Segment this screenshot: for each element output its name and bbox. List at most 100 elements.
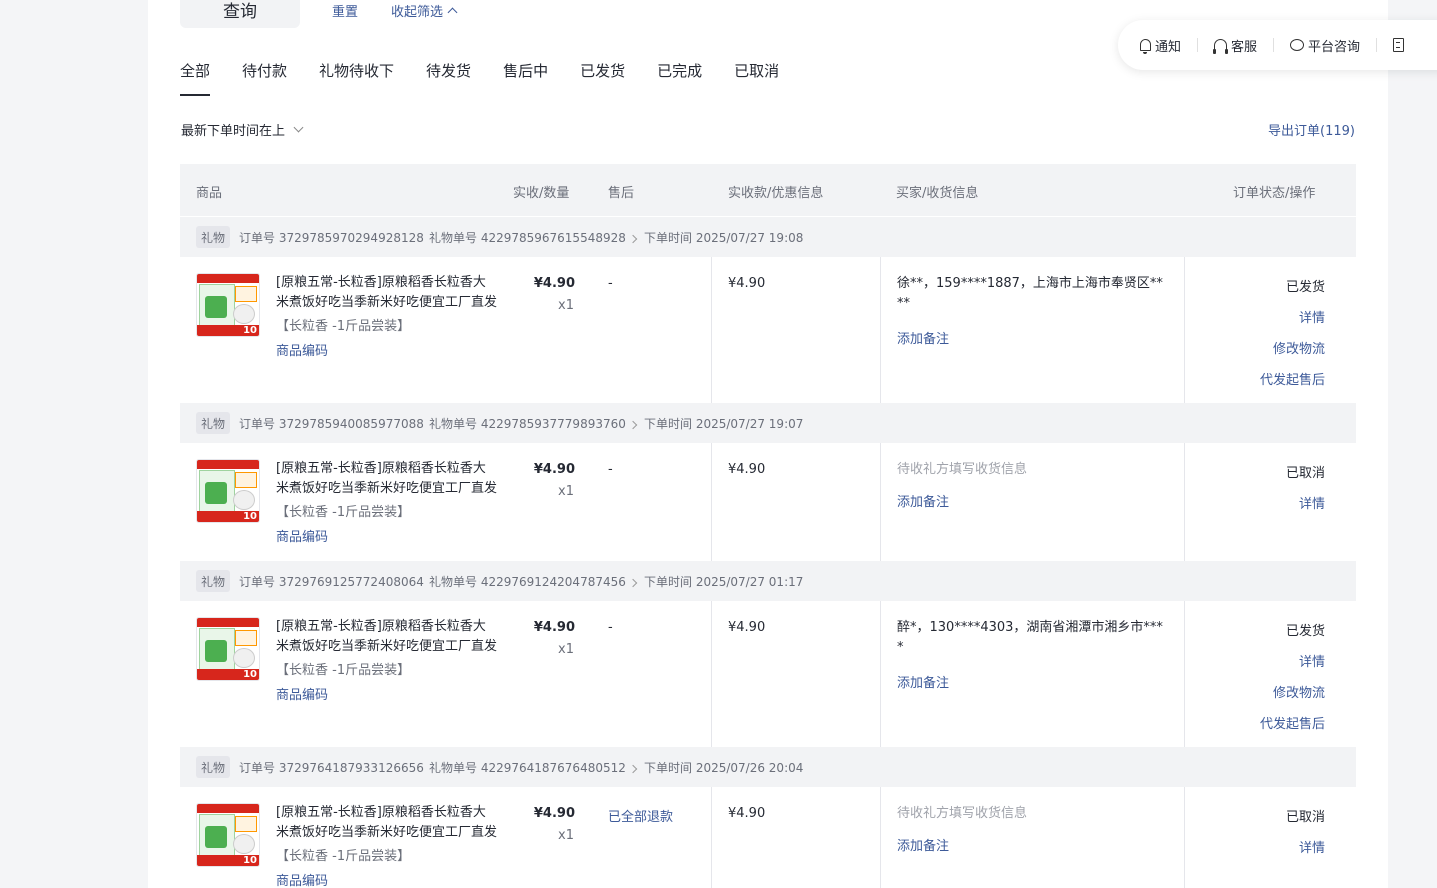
- buyer-info: 徐**，159****1887，上海市上海市奉贤区****: [897, 276, 1163, 311]
- order-number: 订单号 3729785970294928128: [239, 231, 424, 245]
- order-header: 礼物 订单号 3729785940085977088 礼物单号 42297859…: [180, 403, 1356, 443]
- sort-label: 最新下单时间在上: [181, 124, 286, 139]
- product-title[interactable]: [原粮五常-长粒香]原粮稻香长粒香大 米煮饭好吃当季新米好吃便宜工厂直发: [276, 803, 504, 843]
- modify-logistics-link[interactable]: 修改物流: [1260, 338, 1325, 357]
- divider: [1376, 38, 1378, 52]
- gift-number-link[interactable]: 礼物单号 4229785937779893760: [429, 415, 638, 432]
- query-button[interactable]: 查询: [180, 0, 300, 28]
- modify-logistics-link[interactable]: 修改物流: [1260, 682, 1325, 701]
- table-header: 商品 实收/数量 售后 实收款/优惠信息 买家/收货信息 订单状态/操作: [180, 164, 1356, 216]
- product-thumbnail[interactable]: 10: [196, 803, 260, 867]
- product-title[interactable]: [原粮五常-长粒香]原粮稻香长粒香大 米煮饭好吃当季新米好吃便宜工厂直发: [276, 273, 504, 313]
- order-header: 礼物 订单号 3729769125772408064 礼物单号 42297691…: [180, 561, 1356, 601]
- price: ¥4.90: [533, 620, 575, 635]
- export-orders-link[interactable]: 导出订单(119): [1268, 120, 1355, 139]
- platform-consult-button[interactable]: 平台咨询: [1290, 36, 1360, 55]
- aftersale-status: -: [608, 620, 613, 635]
- received-amount: ¥4.90: [728, 462, 766, 477]
- chat-bubble-icon: [1290, 39, 1305, 51]
- order-time: 下单时间 2025/07/26 20:04: [644, 761, 804, 775]
- detail-link[interactable]: 详情: [1286, 493, 1325, 512]
- quantity: x1: [558, 828, 574, 843]
- price: ¥4.90: [533, 276, 575, 291]
- product-title[interactable]: [原粮五常-长粒香]原粮稻香长粒香大 米煮饭好吃当季新米好吃便宜工厂直发: [276, 617, 504, 657]
- price: ¥4.90: [533, 462, 575, 477]
- product-spec: 【长粒香 -1斤品尝装】: [276, 849, 411, 864]
- order-time: 下单时间 2025/07/27 19:07: [644, 417, 804, 431]
- product-spec: 【长粒香 -1斤品尝装】: [276, 319, 411, 334]
- divider: [711, 601, 712, 747]
- order-row: 10 [原粮五常-长粒香]原粮稻香长粒香大 米煮饭好吃当季新米好吃便宜工厂直发 …: [180, 601, 1356, 747]
- notify-button[interactable]: 通知: [1140, 36, 1181, 55]
- product-code-link[interactable]: 商品编码: [276, 340, 328, 359]
- status-tabs: 全部 待付款 礼物待收下 待发货 售后中 已发货 已完成 已取消: [180, 60, 811, 96]
- tab-all[interactable]: 全部: [180, 60, 211, 96]
- product-thumbnail[interactable]: 10: [196, 617, 260, 681]
- order-list-page: 查询 重置 收起筛选 全部 待付款 礼物待收下 待发货 售后中 已发货 已完成 …: [148, 0, 1388, 888]
- received-amount: ¥4.90: [728, 620, 766, 635]
- document-button[interactable]: [1393, 38, 1405, 52]
- gift-badge: 礼物: [196, 570, 230, 592]
- detail-link[interactable]: 详情: [1260, 307, 1325, 326]
- gift-number: 礼物单号 4229785937779893760: [429, 417, 626, 431]
- floating-service-bar: 通知 客服 平台咨询: [1118, 20, 1437, 70]
- detail-link[interactable]: 详情: [1286, 837, 1325, 856]
- customer-service-button[interactable]: 客服: [1213, 36, 1257, 55]
- gift-badge: 礼物: [196, 412, 230, 434]
- product-code-link[interactable]: 商品编码: [276, 526, 328, 545]
- divider: [1184, 257, 1185, 403]
- col-product: 商品: [196, 186, 223, 201]
- chevron-down-icon: [293, 122, 304, 133]
- gift-badge: 礼物: [196, 226, 230, 248]
- collapse-filter-link[interactable]: 收起筛选: [391, 1, 458, 20]
- product-code-link[interactable]: 商品编码: [276, 870, 328, 888]
- consult-label: 平台咨询: [1308, 39, 1361, 55]
- tab-gift-pending[interactable]: 礼物待收下: [319, 60, 394, 96]
- buyer-info: 待收礼方填写收货信息: [897, 462, 1028, 477]
- reset-link[interactable]: 重置: [332, 1, 358, 20]
- gift-number-link[interactable]: 礼物单号 4229764187676480512: [429, 759, 638, 776]
- order-actions: 已取消 详情: [1286, 462, 1325, 524]
- price: ¥4.90: [533, 806, 575, 821]
- gift-number: 礼物单号 4229764187676480512: [429, 761, 626, 775]
- tab-cancelled[interactable]: 已取消: [734, 60, 779, 96]
- divider: [711, 443, 712, 561]
- product-title[interactable]: [原粮五常-长粒香]原粮稻香长粒香大 米煮饭好吃当季新米好吃便宜工厂直发: [276, 459, 504, 499]
- sort-select[interactable]: 最新下单时间在上: [181, 120, 304, 139]
- tab-pending-payment[interactable]: 待付款: [242, 60, 287, 96]
- gift-number-link[interactable]: 礼物单号 4229769124204787456: [429, 573, 638, 590]
- gift-number: 礼物单号 4229785967615548928: [429, 231, 626, 245]
- initiate-aftersale-link[interactable]: 代发起售后: [1260, 369, 1325, 388]
- tab-completed[interactable]: 已完成: [657, 60, 702, 96]
- divider: [1273, 38, 1275, 52]
- chevron-right-icon: [628, 234, 638, 244]
- tab-shipped[interactable]: 已发货: [580, 60, 625, 96]
- divider: [711, 257, 712, 403]
- product-thumbnail[interactable]: 10: [196, 273, 260, 337]
- detail-link[interactable]: 详情: [1260, 651, 1325, 670]
- gift-number: 礼物单号 4229769124204787456: [429, 575, 626, 589]
- col-status: 订单状态/操作: [1233, 186, 1316, 201]
- quantity: x1: [558, 642, 574, 657]
- initiate-aftersale-link[interactable]: 代发起售后: [1260, 713, 1325, 732]
- gift-number-link[interactable]: 礼物单号 4229785967615548928: [429, 229, 638, 246]
- add-note-link[interactable]: 添加备注: [897, 328, 949, 347]
- order-row: 10 [原粮五常-长粒香]原粮稻香长粒香大 米煮饭好吃当季新米好吃便宜工厂直发 …: [180, 257, 1356, 403]
- collapse-filter-label: 收起筛选: [391, 5, 444, 20]
- aftersale-status-link[interactable]: 已全部退款: [608, 806, 673, 825]
- tab-aftersale[interactable]: 售后中: [503, 60, 548, 96]
- chevron-right-icon: [628, 420, 638, 430]
- product-code-link[interactable]: 商品编码: [276, 684, 328, 703]
- add-note-link[interactable]: 添加备注: [897, 672, 949, 691]
- divider: [1184, 443, 1185, 561]
- col-aftersale: 售后: [608, 186, 635, 201]
- add-note-link[interactable]: 添加备注: [897, 491, 949, 510]
- col-received-qty: 实收/数量: [513, 186, 570, 201]
- product-thumbnail[interactable]: 10: [196, 459, 260, 523]
- add-note-link[interactable]: 添加备注: [897, 835, 949, 854]
- divider: [880, 601, 881, 747]
- thumb-weight-label: 10: [243, 511, 257, 522]
- divider: [880, 787, 881, 888]
- col-buyer: 买家/收货信息: [896, 186, 979, 201]
- tab-to-ship[interactable]: 待发货: [426, 60, 471, 96]
